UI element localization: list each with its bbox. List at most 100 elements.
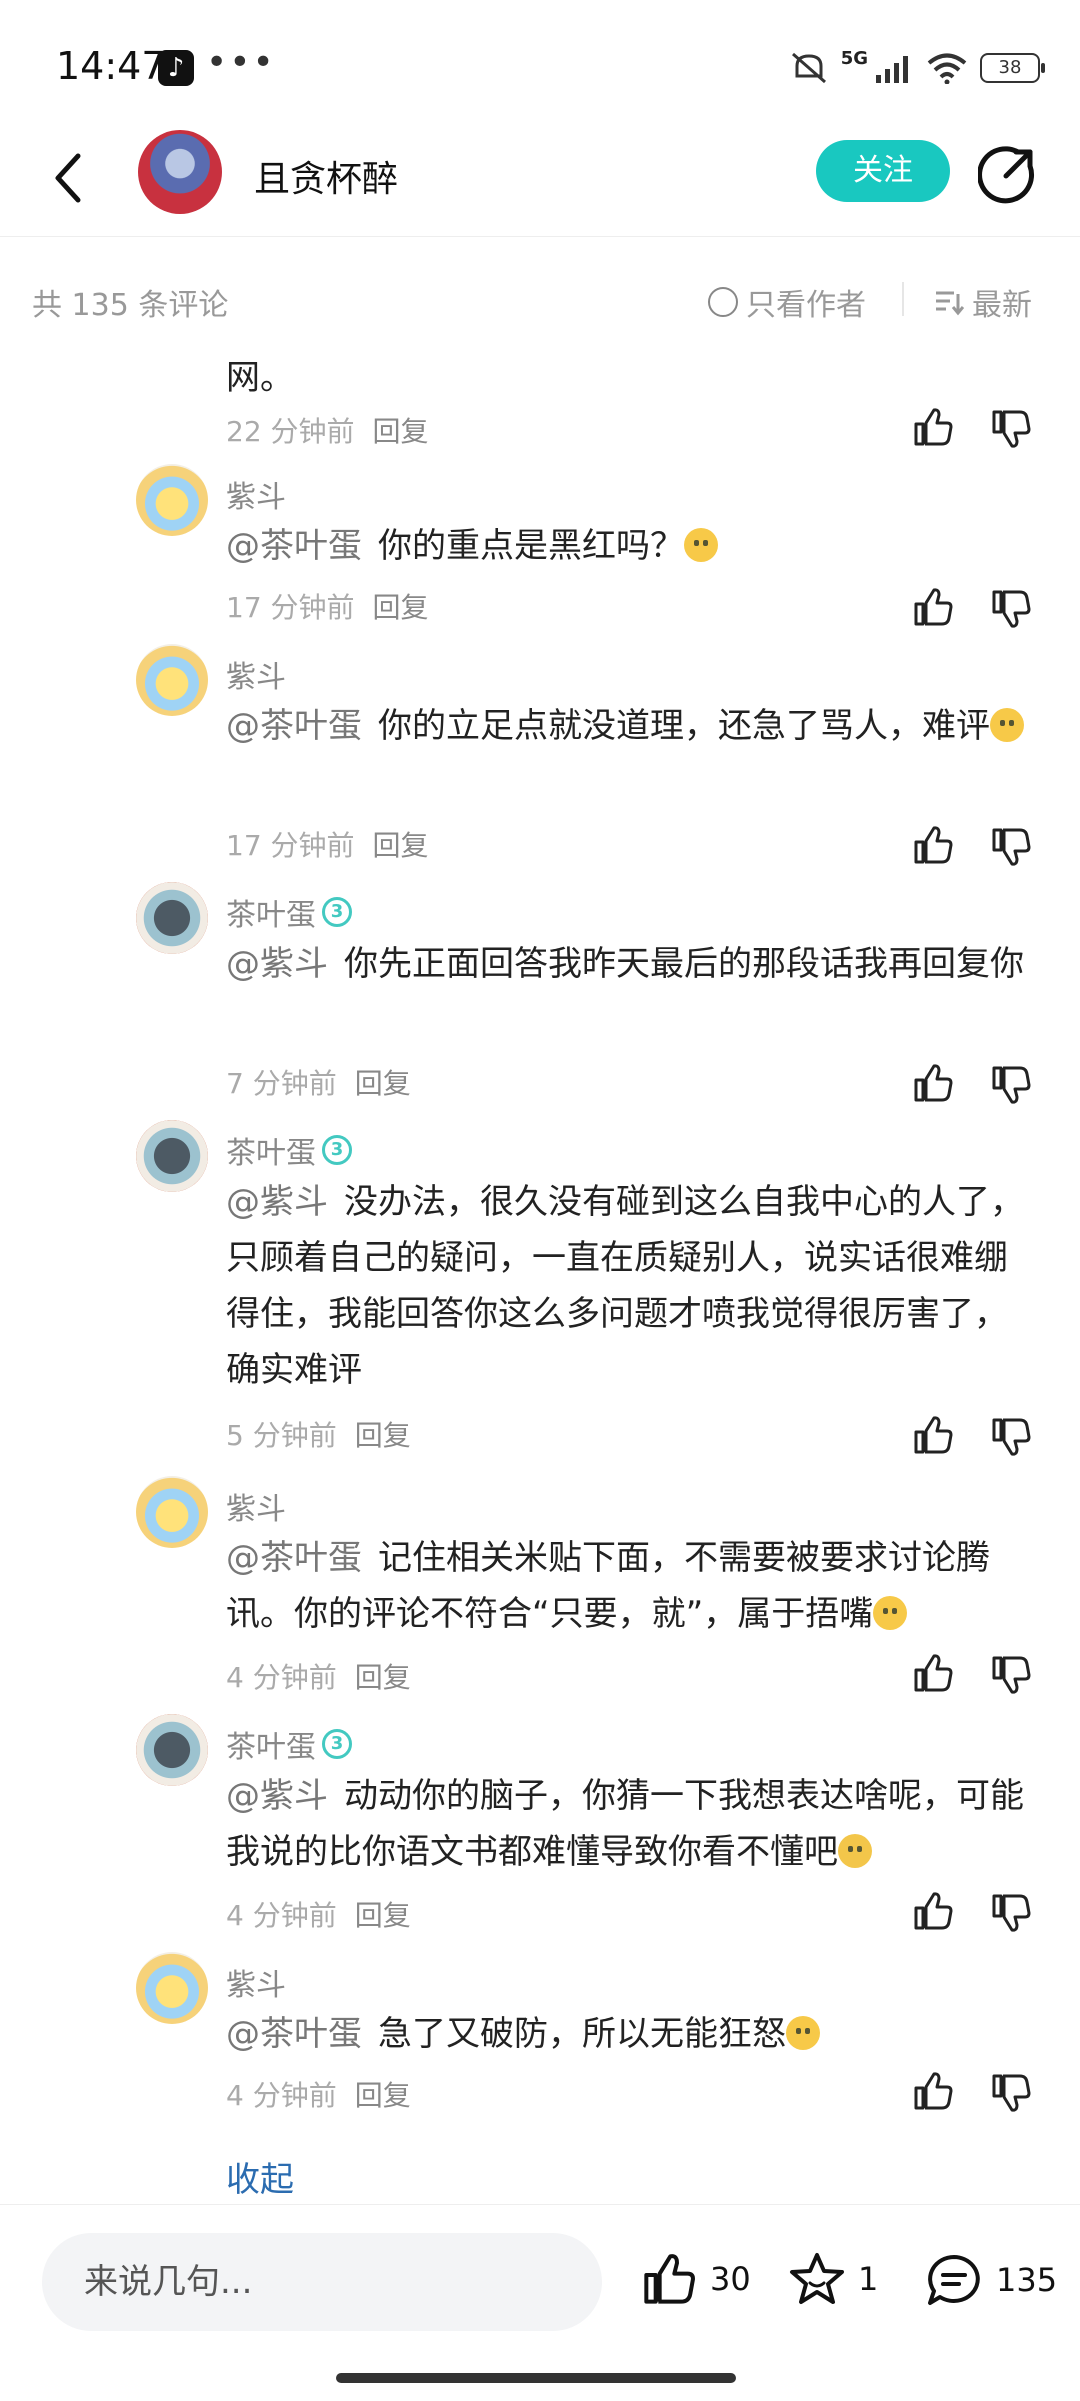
channel-avatar[interactable]	[138, 130, 222, 214]
reply-button[interactable]: 回复	[373, 829, 429, 862]
thumbs-down-icon[interactable]	[990, 2072, 1032, 2114]
comment-text: 网。	[226, 358, 294, 398]
user-avatar[interactable]	[136, 1714, 208, 1786]
network-type: 5G	[840, 47, 868, 69]
comment-meta: 5 分钟前 回复	[226, 1414, 411, 1454]
comment-username[interactable]: 紫斗	[226, 1960, 286, 2004]
reply-button[interactable]: 回复	[355, 1419, 411, 1452]
comment-time: 4 分钟前	[226, 1899, 337, 1932]
level-badge-icon: 3	[322, 1729, 352, 1759]
back-button[interactable]	[48, 148, 92, 208]
comment-action[interactable]: 135	[924, 2251, 1057, 2309]
sort-button[interactable]: 最新	[934, 280, 1032, 324]
user-avatar[interactable]	[136, 644, 208, 716]
reply-button[interactable]: 回复	[373, 415, 429, 448]
emoji-clown-icon	[838, 1834, 872, 1868]
thumbs-up-icon[interactable]	[912, 824, 954, 866]
mention[interactable]: @紫斗	[226, 1182, 328, 1222]
sort-label: 最新	[972, 288, 1032, 323]
thumbs-down-icon[interactable]	[990, 826, 1032, 868]
mention[interactable]: @茶叶蛋	[226, 526, 362, 566]
follow-button[interactable]: 关注	[816, 140, 950, 202]
favorite-action[interactable]: 1	[788, 2251, 878, 2307]
comment-username[interactable]: 紫斗	[226, 652, 286, 696]
comment-filter-bar: 共 135 条评论 只看作者 最新	[0, 258, 1080, 338]
comment-username[interactable]: 紫斗	[226, 472, 286, 516]
divider	[902, 282, 904, 316]
thumbs-up-icon[interactable]	[912, 1414, 954, 1456]
thumbs-up-icon[interactable]	[912, 2070, 954, 2112]
comment-meta: 22 分钟前 回复	[226, 410, 429, 450]
thumbs-down-icon[interactable]	[990, 1892, 1032, 1934]
comment-meta: 4 分钟前 回复	[226, 1656, 411, 1696]
collapse-replies-button[interactable]: 收起	[226, 2152, 294, 2201]
wifi-icon	[927, 53, 967, 84]
comment-time: 5 分钟前	[226, 1419, 337, 1452]
mention[interactable]: @茶叶蛋	[226, 706, 362, 746]
user-avatar[interactable]	[136, 464, 208, 536]
mention[interactable]: @紫斗	[226, 1776, 328, 1816]
comment-input[interactable]	[42, 2233, 602, 2331]
comment-text: @茶叶蛋 你的重点是黑红吗？	[226, 518, 1026, 574]
user-avatar[interactable]	[136, 882, 208, 954]
thumbs-up-icon[interactable]	[912, 586, 954, 628]
emoji-awkward-icon	[873, 1596, 908, 1630]
user-avatar[interactable]	[136, 1476, 208, 1548]
comment-count: 共 135 条评论	[32, 288, 229, 323]
comment-username[interactable]: 茶叶蛋 3	[226, 1128, 352, 1172]
user-avatar[interactable]	[136, 1120, 208, 1192]
reply-button[interactable]: 回复	[355, 1899, 411, 1932]
status-time: 14:47	[56, 44, 166, 88]
thumbs-up-icon[interactable]	[912, 1652, 954, 1694]
author-only-toggle[interactable]: 只看作者	[708, 280, 866, 324]
comment-text: @茶叶蛋 你的立足点就没道理，还急了骂人，难评	[226, 698, 1026, 754]
comment-username[interactable]: 茶叶蛋 3	[226, 1722, 352, 1766]
radio-icon	[708, 287, 738, 317]
author-only-label: 只看作者	[746, 288, 866, 323]
comment-meta: 4 分钟前 回复	[226, 2074, 411, 2114]
comment-icon	[928, 2255, 980, 2305]
comment-meta: 17 分钟前 回复	[226, 586, 429, 626]
mention[interactable]: @紫斗	[226, 944, 328, 984]
more-notifications-icon: •••	[206, 42, 276, 83]
reply-button[interactable]: 回复	[355, 1067, 411, 1100]
comment-text: @茶叶蛋 急了又破防，所以无能狂怒	[226, 2006, 1026, 2062]
reply-button[interactable]: 回复	[373, 591, 429, 624]
like-action[interactable]: 30	[640, 2251, 751, 2307]
comment-text: @茶叶蛋 记住相关米贴下面，不需要被要求讨论腾讯。你的评论不符合“只要，就”，属于…	[226, 1538, 990, 1634]
comment-time: 4 分钟前	[226, 2079, 337, 2112]
mention[interactable]: @茶叶蛋	[226, 1538, 362, 1578]
bottom-action-bar: 30 1 135	[0, 2204, 1080, 2401]
star-icon	[790, 2253, 844, 2304]
share-icon[interactable]	[978, 144, 1038, 204]
comment-time: 7 分钟前	[226, 1067, 337, 1100]
comment-time: 22 分钟前	[226, 415, 355, 448]
level-badge-icon: 3	[322, 1135, 352, 1165]
thumbs-down-icon[interactable]	[990, 408, 1032, 450]
mention[interactable]: @茶叶蛋	[226, 2014, 362, 2054]
comment-time: 17 分钟前	[226, 829, 355, 862]
thumbs-down-icon[interactable]	[990, 588, 1032, 630]
comment-count: 135	[996, 2261, 1058, 2299]
thumbs-down-icon[interactable]	[990, 1416, 1032, 1458]
emoji-awkward-icon	[684, 528, 718, 562]
thumbs-up-icon[interactable]	[912, 406, 954, 448]
home-indicator[interactable]	[336, 2373, 736, 2383]
reply-button[interactable]: 回复	[355, 1661, 411, 1694]
comment-text: @紫斗 没办法，很久没有碰到这么自我中心的人了，只顾着自己的疑问，一直在质疑别人，…	[226, 1182, 1024, 1390]
thumbs-down-icon[interactable]	[990, 1064, 1032, 1106]
comment-text: @紫斗 动动你的脑子，你猜一下我想表达啥呢，可能我说的比你语文书都难懂导致你看不懂…	[226, 1776, 1024, 1872]
comment-username[interactable]: 紫斗	[226, 1484, 286, 1528]
comment-username[interactable]: 茶叶蛋 3	[226, 890, 352, 934]
comment-time: 17 分钟前	[226, 591, 355, 624]
reply-button[interactable]: 回复	[355, 2079, 411, 2112]
mute-icon	[791, 52, 826, 84]
user-avatar[interactable]	[136, 1952, 208, 2024]
thumbs-up-icon[interactable]	[912, 1062, 954, 1104]
comment-input-container[interactable]	[42, 2233, 602, 2331]
like-count: 30	[710, 2260, 751, 2298]
channel-name[interactable]: 且贪杯醉	[254, 150, 398, 202]
thumbs-up-icon[interactable]	[912, 1890, 954, 1932]
comment-meta: 17 分钟前 回复	[226, 824, 429, 864]
thumbs-down-icon[interactable]	[990, 1654, 1032, 1696]
